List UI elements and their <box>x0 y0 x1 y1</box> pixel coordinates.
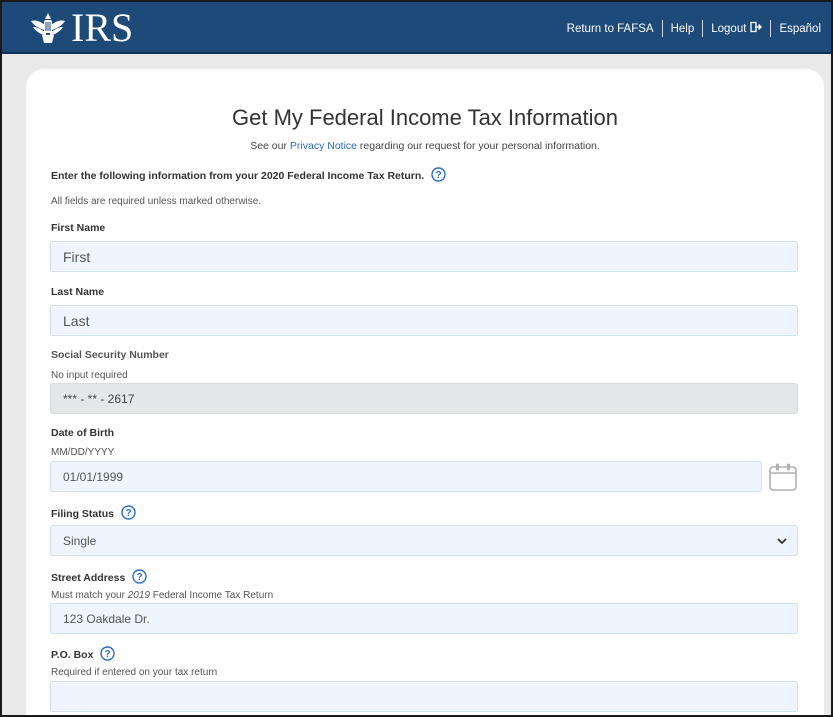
dob-label: Date of Birth <box>51 427 114 439</box>
privacy-prefix: See our <box>250 140 290 152</box>
dob-input[interactable]: 01/01/1999 <box>50 461 762 492</box>
po-box-label-text: P.O. Box <box>51 648 94 661</box>
filing-status-value: Single <box>63 533 97 548</box>
top-navigation: Return to FAFSA Help Logout Español <box>567 20 821 37</box>
dob-format-note: MM/DD/YYYY <box>51 447 115 458</box>
street-address-value: 123 Oakdale Dr. <box>63 611 150 626</box>
privacy-notice-link[interactable]: Privacy Notice <box>290 140 357 152</box>
po-box-note: Required if entered on your tax return <box>51 667 218 678</box>
street-address-label: Street Address ? <box>51 569 147 587</box>
help-link[interactable]: Help <box>671 23 695 35</box>
ssn-note: No input required <box>51 370 128 381</box>
help-question-icon[interactable]: ? <box>100 646 116 664</box>
filing-status-label-text: Filing Status <box>51 507 114 520</box>
nav-divider <box>770 20 772 37</box>
form-card: Get My Federal Income Tax Information Se… <box>26 69 824 715</box>
irs-eagle-icon <box>29 11 67 45</box>
po-box-input[interactable] <box>50 681 798 712</box>
street-address-label-text: Street Address <box>51 571 126 584</box>
dob-value: 01/01/1999 <box>63 469 124 484</box>
help-question-icon[interactable]: ? <box>121 505 136 523</box>
last-name-label: Last Name <box>51 286 105 298</box>
nav-divider <box>661 20 663 37</box>
svg-text:?: ? <box>125 508 131 519</box>
help-question-icon[interactable]: ? <box>132 569 147 587</box>
svg-text:?: ? <box>137 572 143 583</box>
first-name-value: First <box>63 248 91 265</box>
po-box-label: P.O. Box ? <box>51 646 116 664</box>
privacy-suffix: regarding our request for your personal … <box>357 140 600 152</box>
page-title: Get My Federal Income Tax Information <box>232 105 618 130</box>
last-name-value: Last <box>63 312 90 329</box>
ssn-field: *** - ** - 2617 <box>50 383 798 414</box>
filing-status-select[interactable]: Single <box>50 525 798 556</box>
svg-text:?: ? <box>105 649 111 660</box>
last-name-input[interactable]: Last <box>50 305 798 336</box>
ssn-value: *** - ** - 2617 <box>63 391 135 406</box>
nav-divider <box>702 20 704 37</box>
chevron-down-icon <box>777 534 787 548</box>
logout-link[interactable]: Logout <box>711 21 763 36</box>
svg-text:?: ? <box>436 170 442 181</box>
first-name-label: First Name <box>51 222 106 234</box>
street-note-suffix: Federal Income Tax Return <box>149 590 274 601</box>
calendar-icon[interactable] <box>768 462 798 497</box>
instructions-text: Enter the following information from you… <box>51 169 425 182</box>
filing-status-label: Filing Status ? <box>51 505 136 523</box>
help-question-icon[interactable]: ? <box>431 167 446 185</box>
logout-label: Logout <box>711 22 747 35</box>
first-name-input[interactable]: First <box>50 241 798 272</box>
return-to-fafsa-link[interactable]: Return to FAFSA <box>567 23 654 35</box>
street-note-year: 2019 <box>127 590 150 601</box>
browser-frame: IRS Return to FAFSA Help Logout Español … <box>0 0 833 717</box>
irs-logo-text: IRS <box>71 5 134 50</box>
instructions-heading: Enter the following information from you… <box>51 167 446 185</box>
ssn-label: Social Security Number <box>51 349 169 361</box>
required-fields-note: All fields are required unless marked ot… <box>51 196 262 207</box>
street-address-input[interactable]: 123 Oakdale Dr. <box>50 603 798 634</box>
street-note-prefix: Must match your <box>51 590 128 601</box>
privacy-notice-text: See our Privacy Notice regarding our req… <box>26 140 824 152</box>
irs-logo[interactable]: IRS <box>29 8 133 48</box>
irs-header-bar: IRS Return to FAFSA Help Logout Español <box>2 2 831 54</box>
espanol-link[interactable]: Español <box>779 23 821 35</box>
logout-icon <box>746 21 763 36</box>
street-address-note: Must match your 2019 Federal Income Tax … <box>51 590 273 601</box>
